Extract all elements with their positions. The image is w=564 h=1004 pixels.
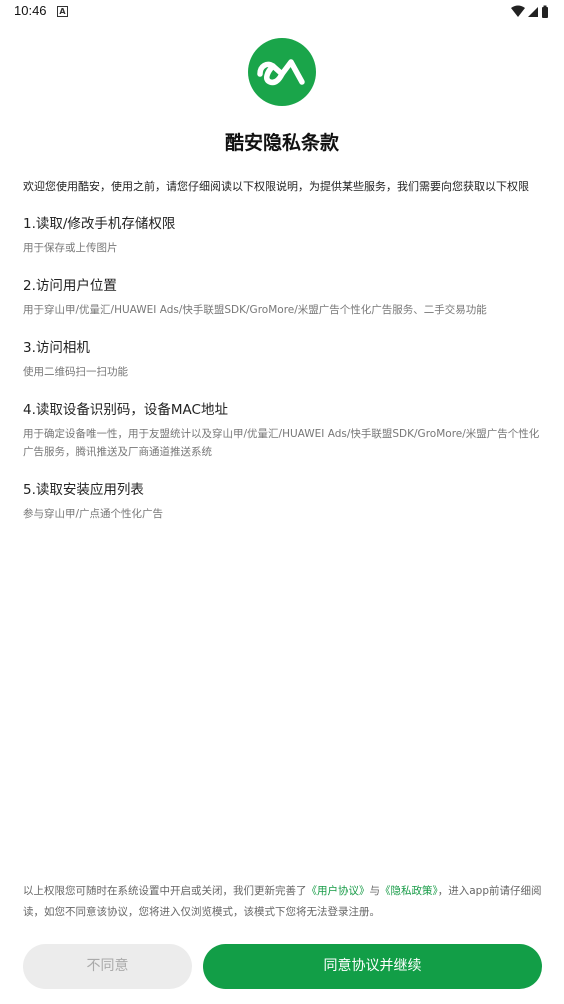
intro-text: 欢迎您使用酷安，使用之前，请您仔细阅读以下权限说明，为提供某些服务，我们需要向您… — [23, 180, 529, 193]
permission-item-storage: 1.读取/修改手机存储权限 用于保存或上传图片 — [23, 215, 548, 257]
status-icons — [510, 4, 550, 20]
permission-desc: 使用二维码扫一扫功能 — [23, 366, 128, 378]
status-time: 10:46 — [14, 3, 47, 18]
permission-desc: 用于穿山甲/优量汇/HUAWEI Ads/快手联盟SDK/GroMore/米盟广… — [23, 304, 487, 316]
permission-item-camera: 3.访问相机 使用二维码扫一扫功能 — [23, 339, 548, 381]
footer-text: 以上权限您可随时在系统设置中开启或关闭，我们更新完善了 — [23, 885, 307, 897]
user-agreement-link[interactable]: 《用户协议》 — [307, 885, 370, 897]
permission-title: 3.访问相机 — [23, 340, 90, 356]
footer-and: 与 — [369, 885, 381, 897]
permission-desc: 用于确定设备唯一性，用于友盟统计以及穿山甲/优量汇/HUAWEI Ads/快手联… — [23, 428, 540, 458]
page-title: 酷安隐私条款 — [224, 132, 339, 154]
signal-icon — [528, 7, 538, 17]
disagree-button[interactable]: 不同意 — [23, 944, 192, 989]
a-letter-icon: A — [57, 6, 68, 17]
permission-item-location: 2.访问用户位置 用于穿山甲/优量汇/HUAWEI Ads/快手联盟SDK/Gr… — [23, 277, 548, 319]
footer-note: 以上权限您可随时在系统设置中开启或关闭，我们更新完善了《用户协议》与《隐私政策》… — [23, 881, 545, 923]
status-bar: 10:46 A — [0, 0, 564, 24]
privacy-policy-link[interactable]: 《隐私政策》 — [380, 885, 438, 897]
permission-desc: 用于保存或上传图片 — [23, 242, 118, 254]
permission-title: 5.读取安装应用列表 — [23, 482, 144, 498]
battery-icon — [542, 5, 548, 18]
permission-item-app-list: 5.读取安装应用列表 参与穿山甲/广点通个性化广告 — [23, 481, 548, 523]
wifi-icon — [511, 5, 525, 17]
permission-desc: 参与穿山甲/广点通个性化广告 — [23, 508, 164, 520]
permission-item-device-id: 4.读取设备识别码，设备MAC地址 用于确定设备唯一性，用于友盟统计以及穿山甲/… — [23, 401, 548, 461]
agree-continue-button[interactable]: 同意协议并继续 — [203, 944, 542, 989]
permission-title: 2.访问用户位置 — [23, 278, 117, 294]
coolapk-logo — [248, 38, 316, 106]
permission-title: 1.读取/修改手机存储权限 — [23, 216, 176, 232]
permission-title: 4.读取设备识别码，设备MAC地址 — [23, 402, 228, 418]
